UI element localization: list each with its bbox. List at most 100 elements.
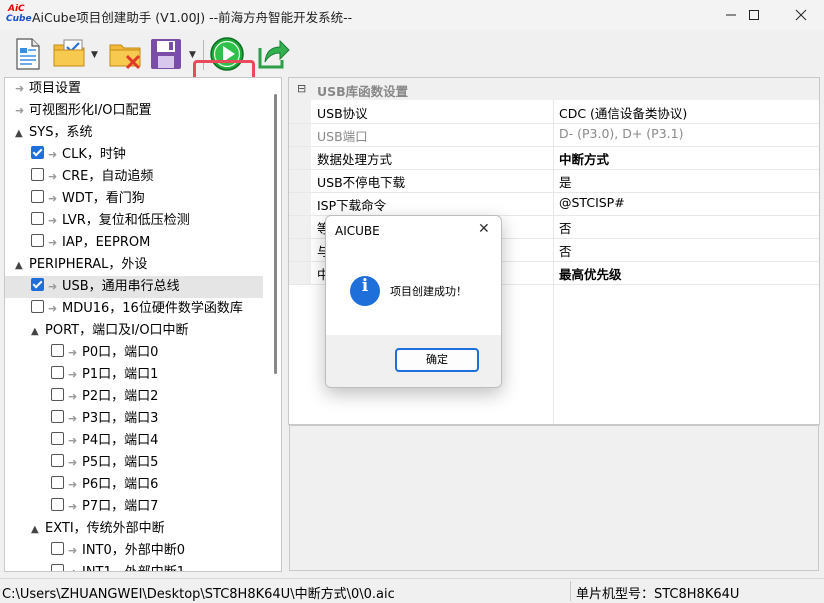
tree-node-checkbox[interactable] [31, 168, 44, 181]
tree-node-label: P0口，端口0 [82, 345, 159, 360]
tree-node[interactable]: ➜ 项目设置 [5, 78, 263, 100]
tree-node-label: EXTI，传统外部中断 [45, 521, 165, 536]
tree-node[interactable]: ➜ CRE，自动追频 [5, 166, 263, 188]
property-value[interactable]: 否 [559, 241, 572, 260]
tree-node[interactable]: ➜ USB，通用串行总线 [5, 276, 263, 298]
tree-node-checkbox[interactable] [51, 454, 64, 467]
tree-node[interactable]: ➜ INT0，外部中断0 [5, 540, 263, 562]
tree-node[interactable]: ➜ P1口，端口1 [5, 364, 263, 386]
property-row[interactable]: 数据处理方式 中断方式 [289, 146, 819, 170]
close-icon [795, 9, 807, 21]
property-value[interactable]: @STCISP# [559, 195, 625, 210]
tree-node-checkbox[interactable] [51, 476, 64, 489]
property-value[interactable]: CDC (通信设备类协议) [559, 103, 687, 122]
property-category[interactable]: ⊟ USB库函数设置 [289, 78, 819, 100]
tree-node[interactable]: ▲ SYS，系统 [5, 122, 263, 144]
tree-node[interactable]: ➜ P0口，端口0 [5, 342, 263, 364]
arrow-right-icon: ➜ [48, 192, 58, 205]
tree-node-label: PERIPHERAL，外设 [29, 257, 148, 272]
expand-triangle-icon[interactable]: ▲ [15, 255, 29, 277]
property-row[interactable]: USB端口 D- (P3.0), D+ (P3.1) [289, 123, 819, 147]
tree-node[interactable]: ➜ CLK，时钟 [5, 144, 263, 166]
tree-node[interactable]: ▲ PERIPHERAL，外设 [5, 254, 263, 276]
property-row[interactable]: ISP下载命令 @STCISP# [289, 192, 819, 216]
tree-node[interactable]: ▲ EXTI，传统外部中断 [5, 518, 263, 540]
property-row[interactable]: USB协议 CDC (通信设备类协议) [289, 100, 819, 124]
status-chip-model: 单片机型号：STC8H8K64U [576, 587, 740, 602]
tree-scrollbar-thumb[interactable] [274, 94, 277, 374]
tree-node[interactable]: ➜ P6口，端口6 [5, 474, 263, 496]
tree-node-checkbox[interactable] [51, 366, 64, 379]
property-category-label: USB库函数设置 [317, 84, 409, 99]
tree-node-label: P7口，端口7 [82, 499, 159, 514]
tree-node-checkbox[interactable] [51, 432, 64, 445]
tree-node[interactable]: ➜ P2口，端口2 [5, 386, 263, 408]
arrow-right-icon: ➜ [15, 82, 25, 95]
tree-node[interactable]: ➜ WDT，看门狗 [5, 188, 263, 210]
export-button[interactable] [256, 36, 292, 72]
property-value[interactable]: D- (P3.0), D+ (P3.1) [559, 126, 683, 141]
tree-node-checkbox[interactable] [51, 410, 64, 423]
save-dropdown-arrow[interactable]: ▼ [189, 50, 196, 60]
expand-triangle-icon[interactable]: ▲ [31, 519, 45, 541]
tree-node[interactable]: ➜ MDU16，16位硬件数学函数库 [5, 298, 263, 320]
expand-triangle-icon[interactable]: ▲ [31, 321, 45, 343]
close-button[interactable] [778, 0, 824, 30]
property-divider [553, 284, 554, 424]
tree-node-checkbox[interactable] [51, 542, 64, 555]
tree-node-checkbox[interactable] [31, 146, 44, 159]
tree-node-label: MDU16，16位硬件数学函数库 [62, 301, 243, 316]
dialog-message: 项目创建成功！ [390, 285, 467, 298]
expand-triangle-icon[interactable]: ▲ [15, 123, 29, 145]
status-project-path: C:\Users\ZHUANGWEI\Desktop\STC8H8K64U\中断… [2, 587, 395, 602]
tree-node-checkbox[interactable] [31, 300, 44, 313]
tree-node-checkbox[interactable] [31, 190, 44, 203]
window-title: AiCube项目创建助手 (V1.00J) --前海方舟智能开发系统-- [32, 10, 353, 25]
tree-node-checkbox[interactable] [31, 234, 44, 247]
tree-node-label: SYS，系统 [29, 125, 93, 140]
tree-node[interactable]: ▲ PORT，端口及I/O口中断 [5, 320, 263, 342]
tree-scrollbar[interactable] [271, 78, 281, 571]
tree-node-checkbox[interactable] [51, 564, 64, 571]
property-value[interactable]: 否 [559, 218, 572, 237]
tree-node[interactable]: ➜ IAP，EEPROM [5, 232, 263, 254]
property-key: USB不停电下载 [317, 175, 406, 190]
tree-node-checkbox[interactable] [51, 344, 64, 357]
arrow-right-icon: ➜ [68, 412, 78, 425]
tree-node-label: USB，通用串行总线 [62, 279, 180, 294]
collapse-icon[interactable]: ⊟ [297, 82, 306, 95]
open-project-button[interactable] [52, 36, 88, 72]
property-row[interactable]: USB不停电下载 是 [289, 169, 819, 193]
tree-node-checkbox[interactable] [31, 278, 44, 291]
property-cell-divider [553, 238, 554, 261]
tree-node-checkbox[interactable] [31, 212, 44, 225]
tree-node[interactable]: ➜ P3口，端口3 [5, 408, 263, 430]
property-cell-divider [553, 192, 554, 215]
tree-node[interactable]: ➜INT1，外部中断1 [5, 562, 263, 571]
tree-node[interactable]: ➜ P7口，端口7 [5, 496, 263, 518]
tree-node[interactable]: ➜ P4口，端口4 [5, 430, 263, 452]
new-file-button[interactable] [10, 36, 46, 72]
tree-node-label: CRE，自动追频 [62, 169, 154, 184]
save-button[interactable] [148, 36, 184, 72]
tree-node-label: P1口，端口1 [82, 367, 159, 382]
arrow-right-icon: ➜ [68, 456, 78, 469]
maximize-button[interactable] [731, 0, 777, 30]
tree-node[interactable]: ➜ P5口，端口5 [5, 452, 263, 474]
tree-node-checkbox[interactable] [51, 388, 64, 401]
property-value[interactable]: 最高优先级 [559, 264, 622, 283]
tree-node-checkbox[interactable] [51, 498, 64, 511]
property-value[interactable]: 是 [559, 172, 572, 191]
close-project-button[interactable] [108, 36, 144, 72]
property-value[interactable]: 中断方式 [559, 149, 609, 168]
arrow-right-icon: ➜ [68, 562, 82, 571]
open-dropdown-arrow[interactable]: ▼ [91, 50, 98, 60]
dialog-ok-button[interactable]: 确定 [395, 348, 479, 372]
dialog-title: AICUBE [335, 224, 380, 238]
dialog-close-button[interactable]: ✕ [478, 221, 490, 237]
arrow-right-icon: ➜ [48, 280, 58, 293]
status-bar: C:\Users\ZHUANGWEI\Desktop\STC8H8K64U\中断… [0, 578, 824, 603]
tree-node[interactable]: ➜ LVR，复位和低压检测 [5, 210, 263, 232]
property-key: USB协议 [317, 106, 368, 121]
tree-node[interactable]: ➜ 可视图形化I/O口配置 [5, 100, 263, 122]
